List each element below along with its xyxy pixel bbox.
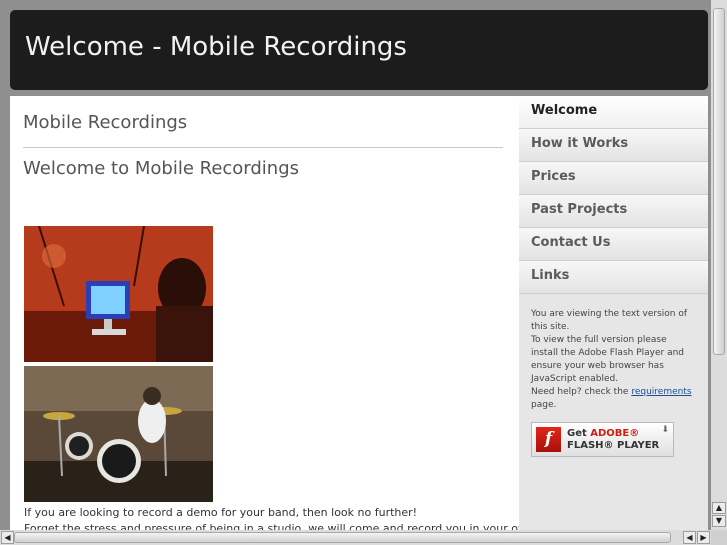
horizontal-scrollbar[interactable]: ◀ ◀ ▶: [0, 530, 711, 545]
intro-line-2: Forget the stress and pressure of being …: [24, 522, 519, 530]
vertical-scrollbar[interactable]: ▲ ▼: [711, 0, 727, 530]
flash-product-label: FLASH® PLAYER: [567, 440, 660, 451]
header-title: Welcome - Mobile Recordings: [25, 32, 407, 62]
nav-item-prices[interactable]: Prices: [519, 162, 708, 195]
notice-line-2: To view the full version please install …: [531, 335, 685, 384]
page-heading: Welcome to Mobile Recordings: [23, 158, 300, 179]
studio-photo-art: [24, 226, 213, 362]
flash-get-word: Get: [567, 428, 587, 439]
download-arrow-icon: ⬇: [661, 425, 669, 435]
requirements-link[interactable]: requirements: [631, 387, 691, 397]
notice-line-3: Need help? check the requirements page.: [531, 386, 696, 412]
intro-line-1: If you are looking to record a demo for …: [24, 506, 418, 519]
scroll-left-button-end[interactable]: ◀: [683, 531, 696, 544]
drummer-photo: [24, 366, 213, 502]
scroll-up-button[interactable]: ▲: [712, 502, 726, 514]
nav-item-past-projects[interactable]: Past Projects: [519, 195, 708, 228]
scroll-left-button[interactable]: ◀: [1, 531, 14, 544]
flash-get-label: Get ADOBE®: [567, 428, 639, 439]
scroll-down-button[interactable]: ▼: [712, 515, 726, 527]
notice-help-text: Need help? check the: [531, 387, 629, 397]
vertical-scroll-thumb[interactable]: [713, 8, 725, 355]
site-header: Welcome - Mobile Recordings: [10, 10, 708, 90]
flash-notice: You are viewing the text version of this…: [519, 294, 708, 412]
nav-item-links[interactable]: Links: [519, 261, 708, 294]
nav-item-contact-us[interactable]: Contact Us: [519, 228, 708, 261]
get-flash-player-button[interactable]: f Get ADOBE® FLASH® PLAYER ⬇: [531, 422, 674, 457]
site-title: Mobile Recordings: [23, 112, 188, 133]
drummer-photo-art: [24, 366, 213, 502]
flash-adobe-brand: ADOBE®: [590, 428, 640, 439]
notice-line-1: You are viewing the text version of this…: [531, 309, 688, 332]
notice-page-text: page.: [531, 400, 557, 410]
scroll-right-button[interactable]: ▶: [697, 531, 710, 544]
flash-logo-icon: f: [536, 427, 561, 452]
intro-text: If you are looking to record a demo for …: [24, 505, 519, 530]
main-content: Mobile Recordings Welcome to Mobile Reco…: [10, 96, 519, 530]
horizontal-scroll-thumb[interactable]: [14, 532, 671, 543]
scrollbar-corner: [711, 530, 727, 545]
nav-item-welcome[interactable]: Welcome: [519, 96, 708, 129]
sidebar: Welcome How it Works Prices Past Project…: [519, 96, 708, 530]
studio-photo: [24, 226, 213, 362]
nav-item-how-it-works[interactable]: How it Works: [519, 129, 708, 162]
divider: [23, 147, 503, 148]
